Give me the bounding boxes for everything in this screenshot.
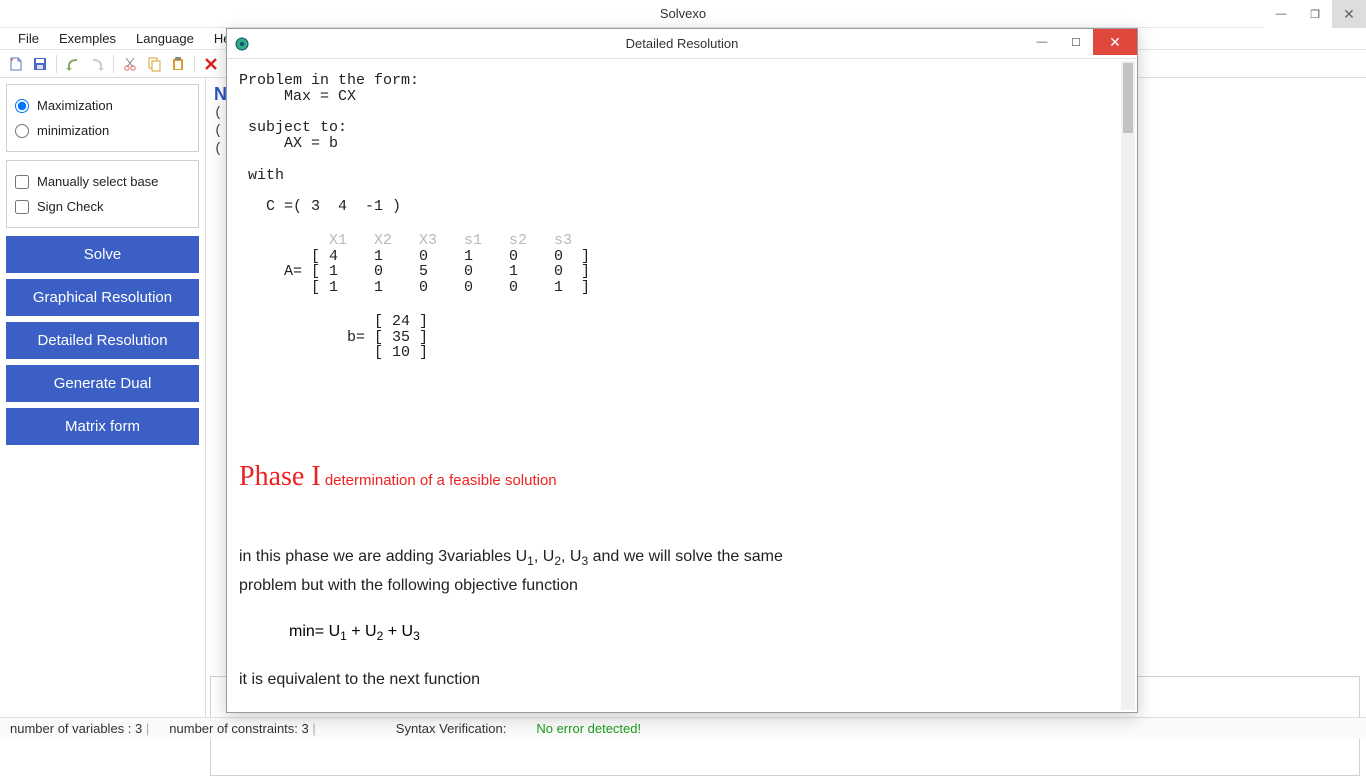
vars-value: 3 xyxy=(135,721,142,736)
redo-icon[interactable] xyxy=(87,54,107,74)
obj-prefix: min= U xyxy=(289,623,340,640)
maximization-label: Maximization xyxy=(37,98,113,113)
detailed-resolution-dialog: Detailed Resolution — ☐ ✕ Problem in the… xyxy=(226,28,1138,713)
toolbar-separator xyxy=(194,55,195,73)
minimization-radio-input[interactable] xyxy=(15,124,29,138)
maximization-radio[interactable]: Maximization xyxy=(15,93,190,118)
cons-label: number of constraints: xyxy=(169,721,298,736)
menu-language[interactable]: Language xyxy=(126,29,204,48)
matrix-column-headers: X1 X2 X3 s1 s2 s3 xyxy=(239,233,1119,249)
statusbar: number of variables : 3 | number of cons… xyxy=(0,717,1366,739)
objective-function: min= U1 + U2 + U3 xyxy=(289,623,1119,643)
sign-check-input[interactable] xyxy=(15,200,29,214)
obj-sub-3: 3 xyxy=(413,629,420,643)
detailed-resolution-button[interactable]: Detailed Resolution xyxy=(6,322,199,359)
problem-form-block: Problem in the form: Max = CX subject to… xyxy=(239,73,1119,215)
sub-1: 1 xyxy=(527,554,534,568)
truncated-text: it is equivalent to the next function xyxy=(239,671,1119,689)
status-separator: | xyxy=(312,721,315,736)
syntax-status: No error detected! xyxy=(536,721,641,736)
solve-button[interactable]: Solve xyxy=(6,236,199,273)
action-buttons: Solve Graphical Resolution Detailed Reso… xyxy=(6,236,199,451)
obj-sub-1: 1 xyxy=(340,629,347,643)
dialog-minimize-button[interactable]: — xyxy=(1025,29,1059,55)
dialog-title: Detailed Resolution xyxy=(626,36,739,51)
status-vars: number of variables : 3 | xyxy=(10,721,149,736)
matrix-a-block: [ 4 1 0 1 0 0 ] A= [ 1 0 5 0 1 0 ] [ 1 1… xyxy=(239,249,1119,296)
cut-icon[interactable] xyxy=(120,54,140,74)
phase-text-1b: , U xyxy=(534,548,554,565)
scrollbar-thumb[interactable] xyxy=(1123,63,1133,133)
paste-icon[interactable] xyxy=(168,54,188,74)
phase-description: in this phase we are adding 3variables U… xyxy=(239,543,1119,599)
dialog-app-icon xyxy=(233,35,251,53)
new-icon[interactable] xyxy=(6,54,26,74)
toolbar-separator xyxy=(56,55,57,73)
dialog-window-controls: — ☐ ✕ xyxy=(1025,29,1137,58)
close-button[interactable]: ✕ xyxy=(1332,0,1366,28)
app-title: Solvexo xyxy=(660,6,706,21)
dialog-close-button[interactable]: ✕ xyxy=(1093,29,1137,55)
sign-check-checkbox[interactable]: Sign Check xyxy=(15,194,190,219)
manual-base-input[interactable] xyxy=(15,175,29,189)
copy-icon[interactable] xyxy=(144,54,164,74)
window-controls: — ❐ ✕ xyxy=(1264,0,1366,27)
maximize-button[interactable]: ❐ xyxy=(1298,0,1332,28)
delete-icon[interactable] xyxy=(201,54,221,74)
dialog-scrollbar[interactable] xyxy=(1121,61,1135,710)
options-panel: Manually select base Sign Check xyxy=(6,160,199,228)
status-separator: | xyxy=(146,721,149,736)
undo-icon[interactable] xyxy=(63,54,83,74)
dialog-maximize-button[interactable]: ☐ xyxy=(1059,29,1093,55)
behind-constraints: ((( xyxy=(214,104,222,158)
save-icon[interactable] xyxy=(30,54,50,74)
manual-base-checkbox[interactable]: Manually select base xyxy=(15,169,190,194)
vars-label: number of variables : xyxy=(10,721,131,736)
main-titlebar: Solvexo — ❐ ✕ xyxy=(0,0,1366,28)
menu-exemples[interactable]: Exemples xyxy=(49,29,126,48)
minimization-radio[interactable]: minimization xyxy=(15,118,190,143)
status-constraints: number of constraints: 3 | xyxy=(169,721,316,736)
minimize-button[interactable]: — xyxy=(1264,0,1298,28)
phase-text-1d: and we will solve the same xyxy=(588,548,783,565)
syntax-label: Syntax Verification: xyxy=(396,721,507,736)
cons-value: 3 xyxy=(302,721,309,736)
phase-text-1a: in this phase we are adding 3variables U xyxy=(239,548,527,565)
minimization-label: minimization xyxy=(37,123,109,138)
sub-2: 2 xyxy=(554,554,561,568)
maximization-radio-input[interactable] xyxy=(15,99,29,113)
generate-dual-button[interactable]: Generate Dual xyxy=(6,365,199,402)
phase-title-big: Phase I xyxy=(239,461,321,492)
sidebar: Maximization minimization Manually selec… xyxy=(0,78,205,717)
graphical-resolution-button[interactable]: Graphical Resolution xyxy=(6,279,199,316)
dialog-titlebar[interactable]: Detailed Resolution — ☐ ✕ xyxy=(227,29,1137,59)
manual-base-label: Manually select base xyxy=(37,174,158,189)
phase-text-1c: , U xyxy=(561,548,581,565)
phase-title-small: determination of a feasible solution xyxy=(325,472,557,489)
menu-file[interactable]: File xyxy=(8,29,49,48)
toolbar-separator xyxy=(113,55,114,73)
obj-plus-2: + U xyxy=(383,623,413,640)
matrix-b-block: [ 24 ] b= [ 35 ] [ 10 ] xyxy=(239,314,1119,361)
obj-plus-1: + U xyxy=(347,623,377,640)
dialog-body: Problem in the form: Max = CX subject to… xyxy=(227,59,1137,712)
phase-heading: Phase I determination of a feasible solu… xyxy=(239,461,1119,493)
sign-check-label: Sign Check xyxy=(37,199,103,214)
optimization-type-panel: Maximization minimization xyxy=(6,84,199,152)
phase-text-2: problem but with the following objective… xyxy=(239,577,578,594)
matrix-form-button[interactable]: Matrix form xyxy=(6,408,199,445)
